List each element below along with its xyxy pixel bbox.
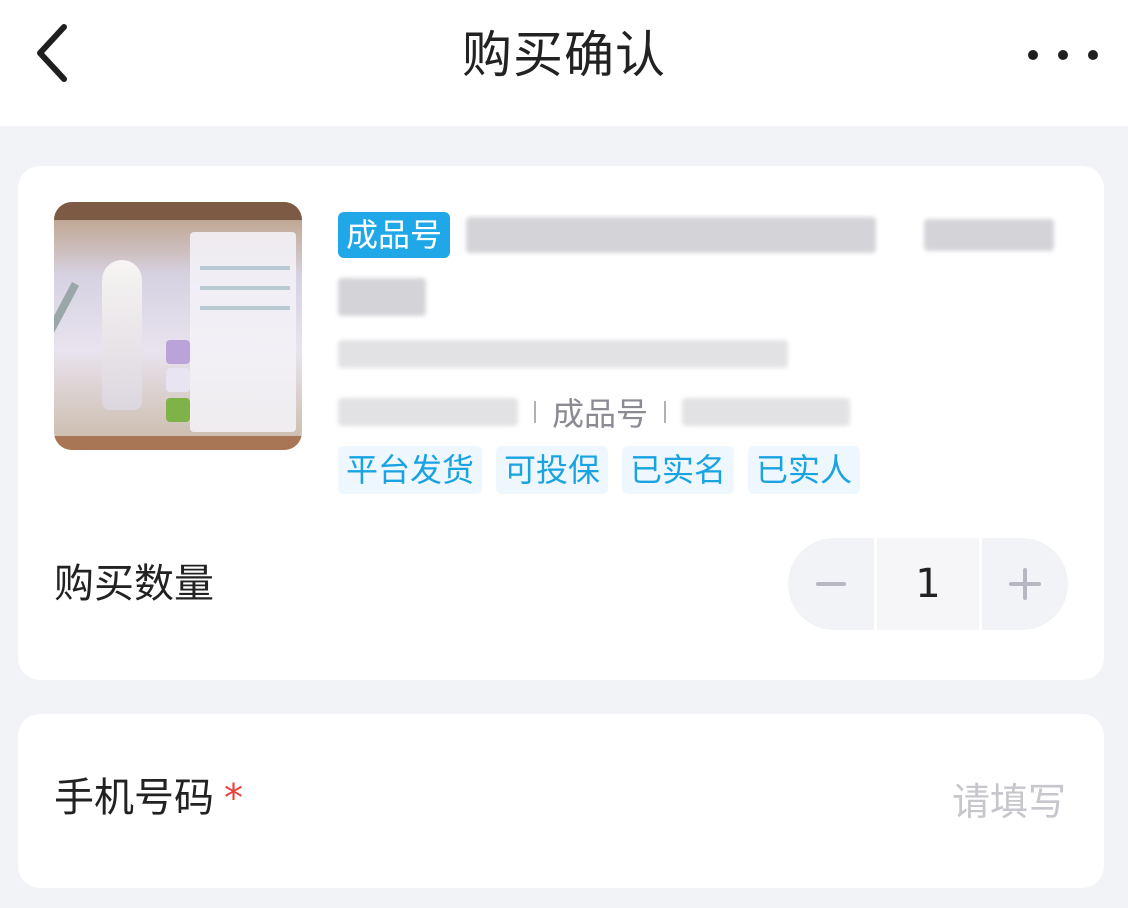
redacted-subtitle [338, 340, 788, 368]
phone-label: 手机号码 * [54, 770, 243, 826]
phone-card: 手机号码 * [18, 714, 1104, 888]
service-tag: 平台发货 [338, 446, 483, 494]
thumbnail-decoration [200, 306, 290, 310]
nav-bar: 购买确认 [0, 0, 1128, 126]
redacted-title [338, 278, 426, 316]
product-info: 成品号 成品号 平台发货 可投保 已实名 已实人 [338, 210, 1078, 494]
product-meta-row: 成品号 [338, 390, 1078, 434]
service-tag: 已实人 [748, 446, 861, 494]
thumbnail-decoration [54, 282, 80, 419]
service-tag: 已实名 [622, 446, 735, 494]
service-tags: 平台发货 可投保 已实名 已实人 [338, 446, 1078, 494]
more-dot [1088, 50, 1098, 60]
thumbnail-decoration [54, 436, 302, 450]
quantity-label: 购买数量 [54, 561, 214, 607]
product-type-badge: 成品号 [338, 212, 451, 258]
redacted-meta [338, 398, 518, 426]
required-mark: * [224, 776, 243, 820]
product-thumbnail[interactable] [54, 202, 302, 450]
thumbnail-decoration [166, 340, 190, 364]
minus-icon [816, 582, 846, 586]
service-tag: 可投保 [496, 446, 609, 494]
redacted-meta [682, 398, 851, 426]
product-type-label: 成品号 [552, 395, 649, 433]
meta-divider [534, 401, 536, 423]
redacted-title [924, 219, 1055, 251]
more-button[interactable] [1028, 30, 1098, 80]
meta-divider [664, 401, 667, 423]
thumbnail-decoration [102, 260, 142, 410]
thumbnail-decoration [54, 202, 302, 220]
page-title: 购买确认 [462, 26, 666, 84]
thumbnail-decoration [190, 232, 296, 432]
product-title-row: 成品号 [338, 210, 1078, 260]
redacted-title [466, 217, 877, 253]
product-card: 成品号 成品号 平台发货 可投保 已实名 已实人 购买数量 1 [18, 166, 1104, 680]
decrement-button[interactable] [788, 538, 874, 630]
more-dot [1028, 50, 1038, 60]
increment-button[interactable] [982, 538, 1068, 630]
thumbnail-decoration [166, 368, 190, 392]
plus-icon [1009, 568, 1041, 600]
thumbnail-decoration [200, 266, 290, 270]
quantity-stepper: 1 [788, 538, 1068, 630]
thumbnail-decoration [166, 398, 190, 422]
product-title-line [338, 278, 1078, 322]
more-dot [1058, 50, 1068, 60]
quantity-value[interactable]: 1 [874, 538, 982, 630]
thumbnail-decoration [200, 286, 290, 290]
product-subtitle-line [338, 340, 1078, 374]
phone-input[interactable] [664, 776, 1068, 828]
phone-label-text: 手机号码 [54, 775, 214, 821]
